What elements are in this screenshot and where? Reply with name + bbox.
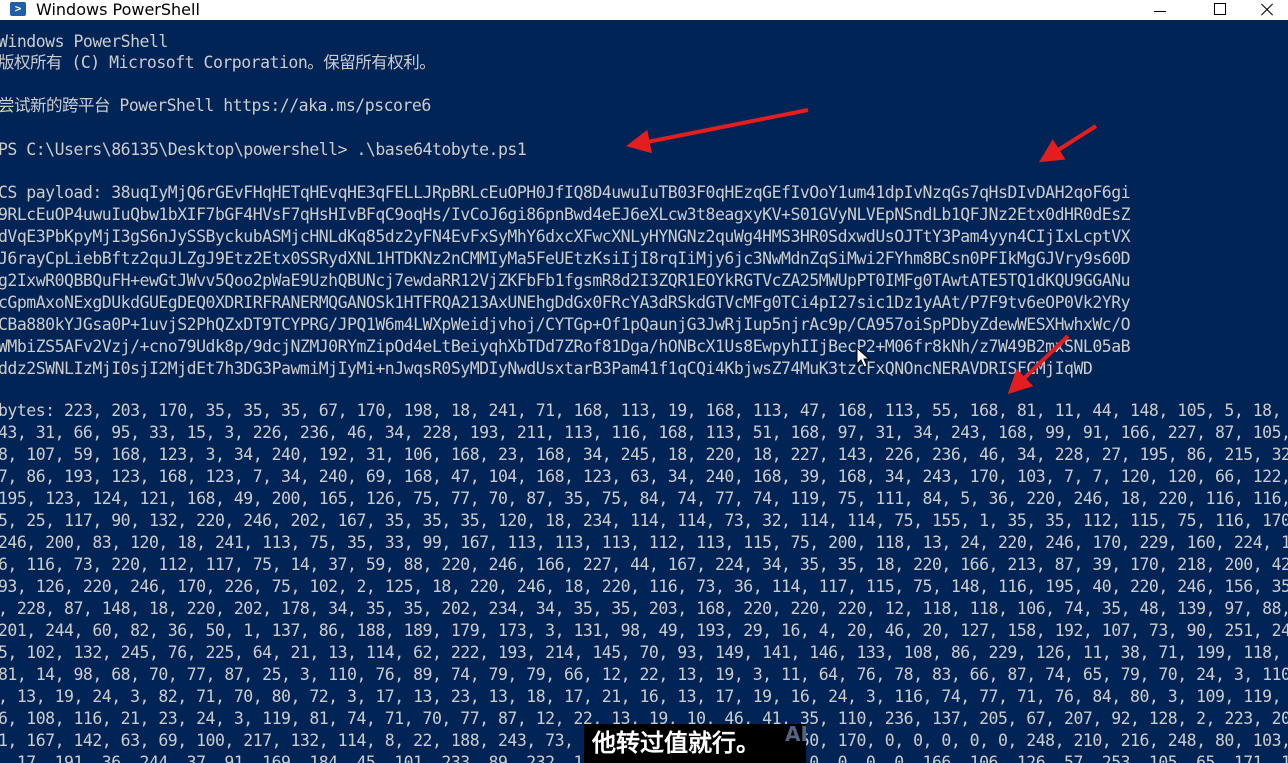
payload-line: g2IxwR0QBBQuFH+ewGtJWvv5Qoo2pWaE9UzhQBUN… bbox=[0, 271, 1131, 290]
payload-line: ddz2SWNLIzMjI0sjI2MjdEt7h3DG3PawmiMjIyMi… bbox=[0, 359, 1093, 378]
maximize-icon[interactable] bbox=[1197, 0, 1241, 20]
bytes-line: bytes: 223, 203, 170, 35, 35, 35, 67, 17… bbox=[0, 401, 1282, 420]
bytes-line: 246, 200, 83, 120, 18, 241, 113, 75, 35,… bbox=[0, 533, 1288, 552]
bytes-line: , 228, 87, 148, 18, 220, 202, 178, 34, 3… bbox=[0, 599, 1288, 618]
minimize-icon[interactable] bbox=[1138, 0, 1182, 20]
bytes-line: 195, 123, 124, 121, 168, 49, 200, 165, 1… bbox=[0, 489, 1288, 508]
subtitle-text: 他转过值就行。 bbox=[592, 729, 760, 757]
bytes-line: 43, 31, 66, 95, 33, 15, 3, 226, 236, 46,… bbox=[0, 423, 1288, 442]
mouse-cursor-icon bbox=[856, 347, 871, 368]
payload-line: CS payload: 38uqIyMjQ6rGEvFHqHETqHEvqHE3… bbox=[0, 183, 1131, 202]
bytes-line: 93, 126, 220, 246, 170, 226, 75, 102, 2,… bbox=[0, 577, 1288, 596]
banner-title: Windows PowerShell bbox=[0, 32, 168, 51]
bytes-line: 8, 107, 59, 168, 123, 3, 34, 240, 192, 3… bbox=[0, 445, 1288, 464]
banner-copyright: 版权所有 (C) Microsoft Corporation。保留所有权利。 bbox=[0, 53, 436, 72]
bytes-line: 201, 244, 60, 82, 36, 50, 1, 137, 86, 18… bbox=[0, 621, 1288, 640]
payload-line: dVqE3PbKpyMjI3gS6nJySSByckubASMjcHNLdKq8… bbox=[0, 227, 1131, 246]
bytes-line: 7, 86, 193, 123, 168, 123, 7, 34, 240, 6… bbox=[0, 467, 1288, 486]
bytes-line: 5, 25, 117, 90, 132, 220, 246, 202, 167,… bbox=[0, 511, 1288, 530]
watermark-logo: AI bbox=[785, 722, 808, 746]
console-output[interactable]: Windows PowerShell 版权所有 (C) Microsoft Co… bbox=[0, 20, 1288, 763]
video-subtitle: 他转过值就行。 bbox=[584, 724, 806, 763]
bytes-line: 81, 14, 98, 68, 70, 77, 87, 25, 3, 110, … bbox=[0, 665, 1288, 684]
window-title: Windows PowerShell bbox=[36, 0, 200, 19]
payload-line: WMbiZS5AFv2Vzj/+cno79Udk8p/9dcjNZMJ0RYmZ… bbox=[0, 337, 1131, 356]
command-prompt: PS C:\Users\86135\Desktop\powershell> .\… bbox=[0, 140, 527, 159]
payload-line: J6rayCpLiebBftz2quJLZgJ9Etz2Etx0SSRydXNL… bbox=[0, 249, 1131, 268]
bytes-line: , 13, 19, 24, 3, 82, 71, 70, 80, 72, 3, … bbox=[0, 687, 1282, 706]
close-icon[interactable] bbox=[1244, 0, 1288, 20]
payload-line: cGpmAxoNExgDUkdGUEgDEQ0XDRIRFRANERMQGANO… bbox=[0, 293, 1131, 312]
powershell-icon: > bbox=[10, 2, 26, 16]
bytes-line: 5, 102, 132, 245, 76, 225, 64, 21, 13, 1… bbox=[0, 643, 1282, 662]
banner-hint: 尝试新的跨平台 PowerShell https://aka.ms/pscore… bbox=[0, 96, 431, 115]
payload-line: 9RLcEuOP4uwuIuQbw1bXIF7bGF4HVsF7qHsHIvBF… bbox=[0, 205, 1131, 224]
bytes-line: 6, 116, 73, 220, 112, 117, 75, 14, 37, 5… bbox=[0, 555, 1288, 574]
payload-line: CBa880kYJGsa0P+1uvjS2PhQZxDT9TCYPRG/JPQ1… bbox=[0, 315, 1131, 334]
title-bar[interactable]: > Windows PowerShell bbox=[0, 0, 1288, 20]
